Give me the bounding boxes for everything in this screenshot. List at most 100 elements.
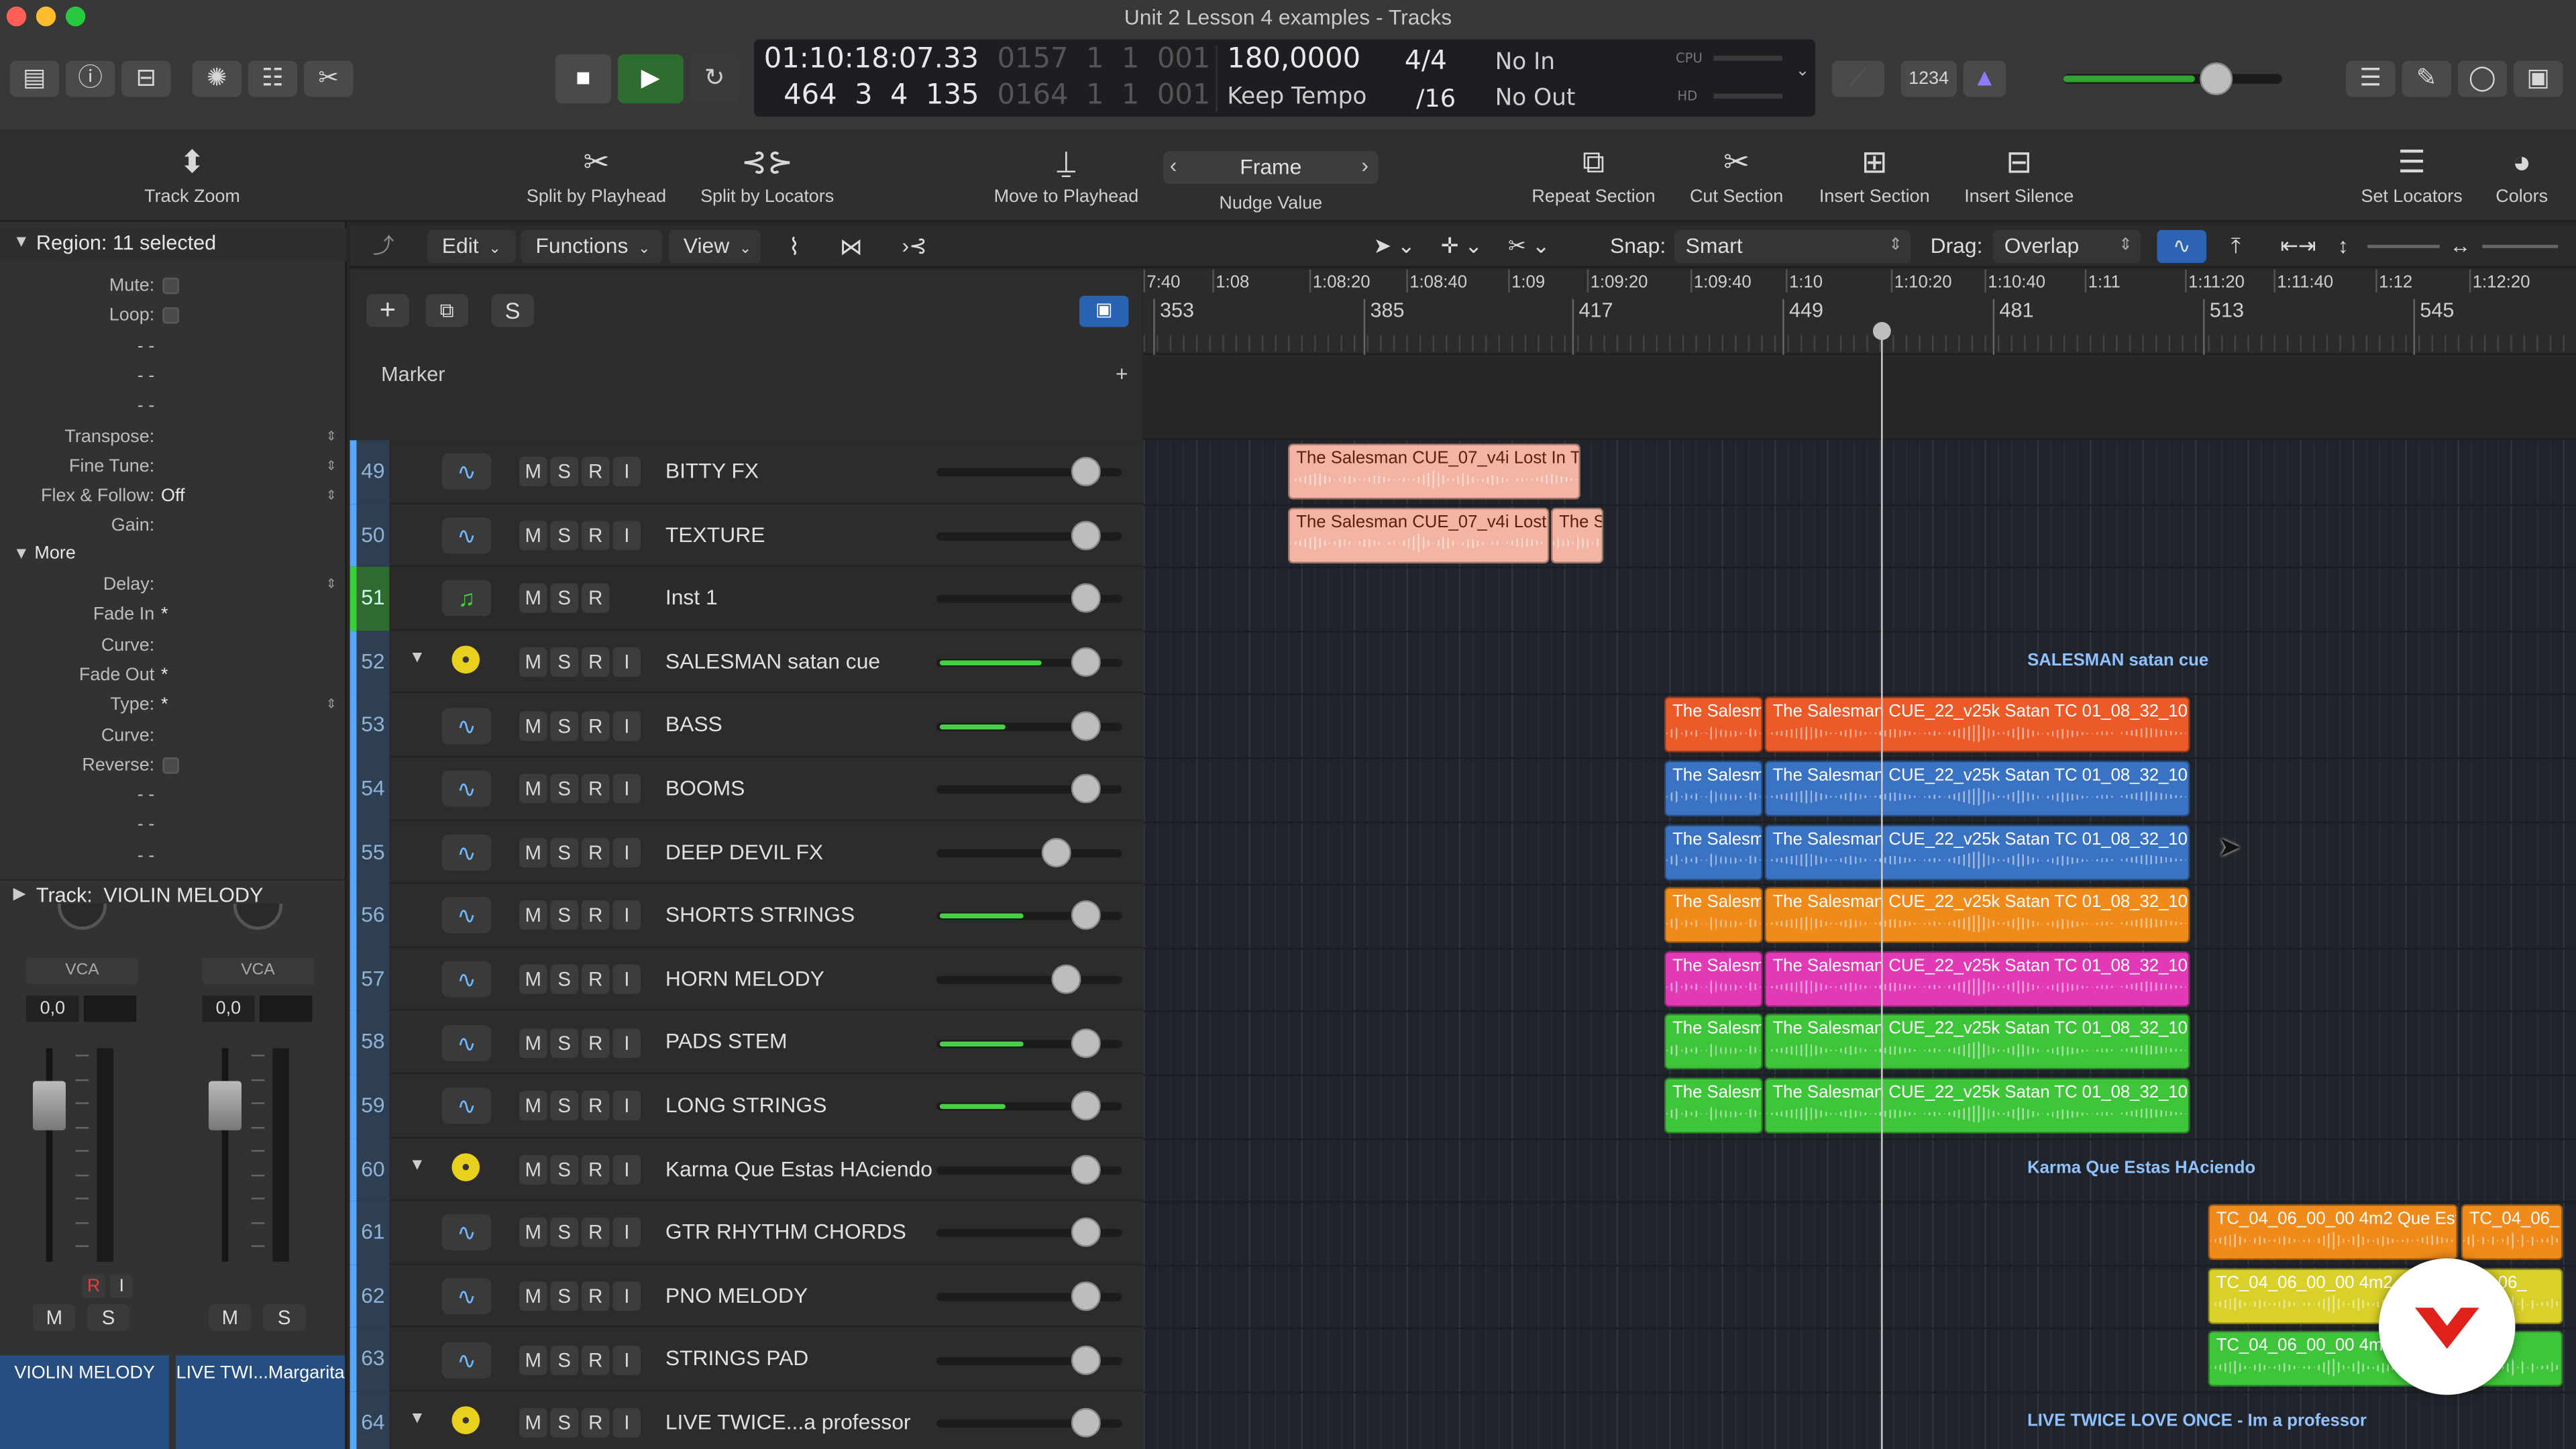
mute-button[interactable]: M (519, 1091, 547, 1121)
automation-icon[interactable]: ⌇ (789, 230, 800, 263)
mute-button[interactable]: M (519, 1344, 547, 1375)
input-button[interactable]: I (612, 521, 641, 551)
record-button[interactable]: R (581, 1028, 610, 1058)
track-row[interactable]: 59 ∿ M S R I LONG STRINGS (350, 1074, 1144, 1138)
volume-readout[interactable]: 0,0 (26, 996, 79, 1022)
waveform-zoom-button[interactable]: ∿ (2157, 229, 2207, 263)
strip-solo-button[interactable]: S (262, 1304, 306, 1331)
track-row[interactable]: 49 ∿ M S R I BITTY FX (350, 440, 1144, 504)
audio-region[interactable]: The Salesman CUE_07_v4i Lost (1288, 506, 1550, 564)
track-name[interactable]: HORN MELODY (665, 948, 824, 1012)
vca-slot[interactable]: VCA (26, 957, 138, 984)
nudge-right-chevron-icon[interactable]: › (1361, 153, 1368, 178)
move-playhead-tool[interactable]: ⍊ Move to Playhead (985, 142, 1146, 207)
track-volume-knob[interactable] (1071, 1218, 1102, 1248)
lcd-display[interactable]: 01:10:18:07.33 464 3 4 135 0157 1 1 001 … (754, 39, 1816, 117)
track-volume-slider[interactable] (936, 837, 1122, 867)
fader-cap[interactable] (32, 1081, 66, 1130)
global-solo-button[interactable]: S (491, 294, 534, 327)
stepper-icon[interactable]: ⇕ (326, 482, 337, 511)
library-button[interactable]: ▤ (9, 60, 60, 97)
solo-button[interactable]: S (550, 1408, 579, 1438)
input-monitor-button[interactable]: I (110, 1275, 133, 1298)
track-name[interactable]: GTR RHYTHM CHORDS (665, 1201, 906, 1265)
track-row[interactable]: 50 ∿ M S R I TEXTURE (350, 503, 1144, 568)
set-locators-tool[interactable]: ☰ Set Locators (2349, 142, 2474, 207)
audio-region[interactable]: The Salesman CUE_07_v4i Lost In T (1288, 443, 1580, 500)
track-volume-knob[interactable] (1071, 774, 1102, 804)
count-in-button[interactable]: 1234 (1900, 60, 1957, 97)
track-volume-knob[interactable] (1071, 647, 1102, 678)
solo-button[interactable]: S (550, 1218, 579, 1248)
record-enable-button[interactable]: R (82, 1275, 105, 1298)
input-button[interactable]: I (612, 1281, 641, 1311)
duplicate-track-icon[interactable]: ⧉ (425, 294, 468, 327)
track-volume-slider[interactable] (936, 710, 1122, 741)
input-button[interactable]: I (612, 774, 641, 804)
audio-region[interactable]: The Salesman CUE_22_v25k Satan TC 01_08_… (1764, 697, 2190, 753)
tuner-button[interactable]: ⟋ (1831, 60, 1885, 97)
input-button[interactable]: I (612, 1408, 641, 1438)
pan-knob[interactable] (233, 903, 283, 930)
input-button[interactable]: I (612, 1344, 641, 1375)
mute-button[interactable]: M (519, 521, 547, 551)
track-name[interactable]: SHORTS STRINGS (665, 884, 855, 948)
track-name[interactable]: BASS (665, 694, 722, 757)
mute-button[interactable]: M (519, 1218, 547, 1248)
solo-button[interactable]: S (550, 584, 579, 614)
pointer-tool-icon[interactable]: ➤ ⌄ (1373, 230, 1422, 263)
insert-section-tool[interactable]: ⊞ Insert Section (1807, 142, 1942, 207)
audio-region[interactable]: The Salesman CUE_22_v25k Satan TC 01_08_… (1764, 887, 2190, 944)
track-volume-knob[interactable] (1071, 521, 1102, 551)
track-volume-knob[interactable] (1071, 710, 1102, 741)
split-playhead-tool[interactable]: ✂ Split by Playhead (519, 142, 674, 207)
lcd-menu-chevron-icon[interactable]: ⌄ (1796, 62, 1810, 80)
strip-solo-button[interactable]: S (87, 1304, 130, 1331)
audio-region[interactable]: The Salesman CUE_22_v25k Satan TC 01_08_… (1764, 824, 2190, 880)
browsers-button[interactable]: ▣ (2513, 60, 2563, 97)
horizontal-fit-icon[interactable]: ⇤⇥ (2280, 230, 2316, 263)
insert-silence-tool[interactable]: ⊟ Insert Silence (1955, 142, 2083, 207)
track-volume-knob[interactable] (1071, 584, 1102, 614)
inspector-row[interactable]: Curve: (0, 720, 347, 750)
track-volume-knob[interactable] (1071, 901, 1102, 931)
fader-track[interactable] (46, 1048, 53, 1262)
note-pad-button[interactable]: ✎ (2402, 60, 2451, 97)
audio-region[interactable]: The Salesm (1664, 951, 1763, 1007)
folder-region-label[interactable]: SALESMAN satan cue (2027, 650, 2208, 669)
track-row[interactable]: 62 ∿ M S R I PNO MELODY (350, 1265, 1144, 1328)
solo-button[interactable]: S (550, 774, 579, 804)
input-button[interactable]: I (612, 457, 641, 487)
strip-name[interactable]: LIVE TWI...Margarita (176, 1355, 345, 1449)
volume-readout[interactable]: 0,0 (202, 996, 255, 1022)
solo-button[interactable]: S (550, 1281, 579, 1311)
cycle-button[interactable]: ↻ (690, 54, 740, 104)
colors-tool[interactable]: ◕ Colors (2487, 142, 2557, 207)
track-name[interactable]: SALESMAN satan cue (665, 631, 880, 694)
track-row[interactable]: 61 ∿ M S R I GTR RHYTHM CHORDS (350, 1201, 1144, 1265)
inspector-row[interactable]: - - (0, 781, 347, 810)
track-volume-slider[interactable] (936, 1281, 1122, 1311)
audio-region[interactable]: TC_04_06_ (2461, 1204, 2563, 1260)
inspector-row[interactable]: - - (0, 841, 347, 870)
inspector-row[interactable]: - - (0, 362, 347, 391)
solo-button[interactable]: S (550, 901, 579, 931)
track-zoom-tool[interactable]: ⬍ Track Zoom (135, 142, 250, 207)
loop-browser-button[interactable]: ◯ (2457, 60, 2508, 97)
inspector-row[interactable]: Type: * ⇕ (0, 690, 347, 720)
record-button[interactable]: R (581, 1091, 610, 1121)
stepper-icon[interactable]: ⇕ (326, 421, 337, 451)
inspector-row[interactable]: - - (0, 391, 347, 421)
tempo-mode[interactable]: Keep Tempo (1227, 84, 1366, 110)
track-volume-slider[interactable] (936, 901, 1122, 931)
audio-region[interactable]: The Salesm (1664, 1014, 1763, 1071)
disclosure-down-icon[interactable]: ▼ (409, 1409, 425, 1428)
time-signature[interactable]: 4/4 (1405, 44, 1447, 76)
horizontal-zoom-icon[interactable]: ↔ (2449, 230, 2471, 263)
list-editors-button[interactable]: ☰ (2346, 60, 2396, 97)
record-button[interactable]: R (581, 964, 610, 994)
input-button[interactable]: I (612, 1028, 641, 1058)
track-name[interactable]: DEEP DEVIL FX (665, 821, 823, 885)
strip-mute-button[interactable]: M (209, 1304, 252, 1331)
track-volume-slider[interactable] (936, 521, 1122, 551)
